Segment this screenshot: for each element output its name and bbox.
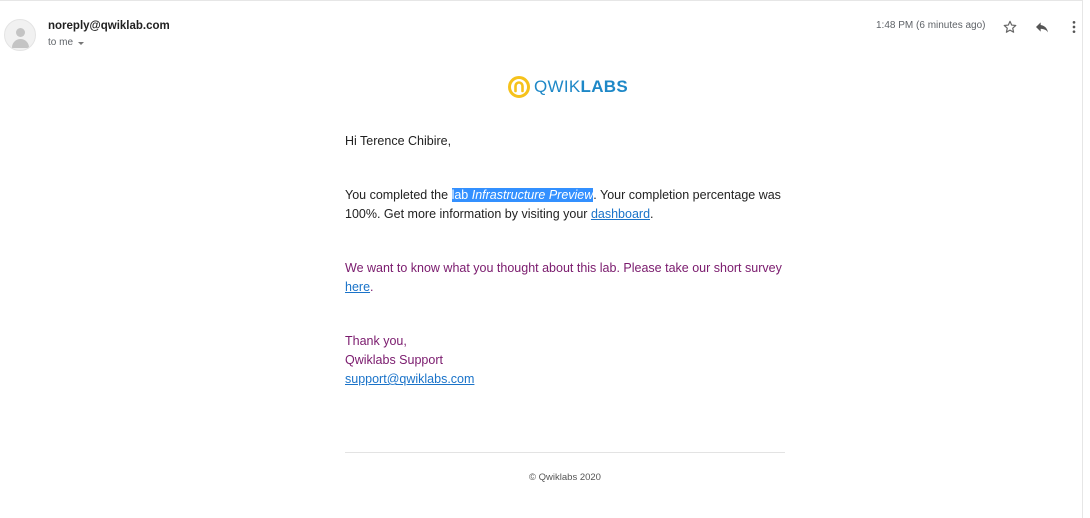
right-border	[1082, 0, 1083, 518]
email-body: Hi Terence Chibire, You completed the la…	[345, 132, 785, 389]
greeting: Hi Terence Chibire,	[345, 134, 452, 148]
footer-divider	[345, 452, 785, 453]
survey-suffix: .	[370, 280, 374, 294]
signoff-thanks: Thank you,	[345, 334, 407, 348]
star-icon	[1003, 20, 1017, 33]
support-email-link[interactable]: support@qwiklabs.com	[345, 372, 474, 386]
more-vert-icon	[1072, 21, 1076, 33]
chevron-down-icon[interactable]	[78, 41, 85, 45]
footer-copyright: © Qwiklabs 2020	[529, 472, 601, 483]
sender-address[interactable]: noreply@qwiklab.com	[48, 20, 170, 32]
survey-text: We want to know what you thought about t…	[345, 261, 782, 275]
reply-button[interactable]	[1031, 16, 1053, 38]
qwiklabs-logo: QWIKLABS	[508, 76, 628, 98]
qwiklabs-logo-icon	[508, 76, 530, 98]
avatar-shoulders	[12, 39, 29, 48]
star-button[interactable]	[999, 16, 1021, 38]
completion-message: You completed the lab Infrastructure Pre…	[345, 186, 785, 224]
message-timestamp: 1:48 PM (6 minutes ago)	[876, 20, 986, 31]
selected-lab-text: lab Infrastructure Preview	[451, 188, 594, 202]
logo-text-light: QWIK	[534, 77, 581, 96]
recipient-label: to me	[48, 37, 74, 48]
more-options-button[interactable]	[1063, 16, 1085, 38]
completion-prefix: You completed the	[345, 188, 452, 202]
logo-wordmark: QWIKLABS	[534, 77, 628, 97]
dashboard-link[interactable]: dashboard	[591, 207, 650, 221]
logo-text-bold: LABS	[580, 77, 629, 96]
reply-icon	[1036, 22, 1048, 33]
recipient-details-toggle[interactable]: to me	[48, 37, 85, 48]
survey-link[interactable]: here	[345, 280, 370, 294]
top-border	[0, 0, 1082, 1]
survey-message: We want to know what you thought about t…	[345, 259, 785, 297]
completion-suffix: .	[650, 207, 654, 221]
lab-name: Infrastructure Preview	[471, 188, 594, 202]
person-avatar-icon	[16, 28, 25, 37]
sender-avatar[interactable]	[4, 19, 36, 51]
lab-word: lab	[451, 188, 472, 202]
signoff-team: Qwiklabs Support	[345, 353, 443, 367]
